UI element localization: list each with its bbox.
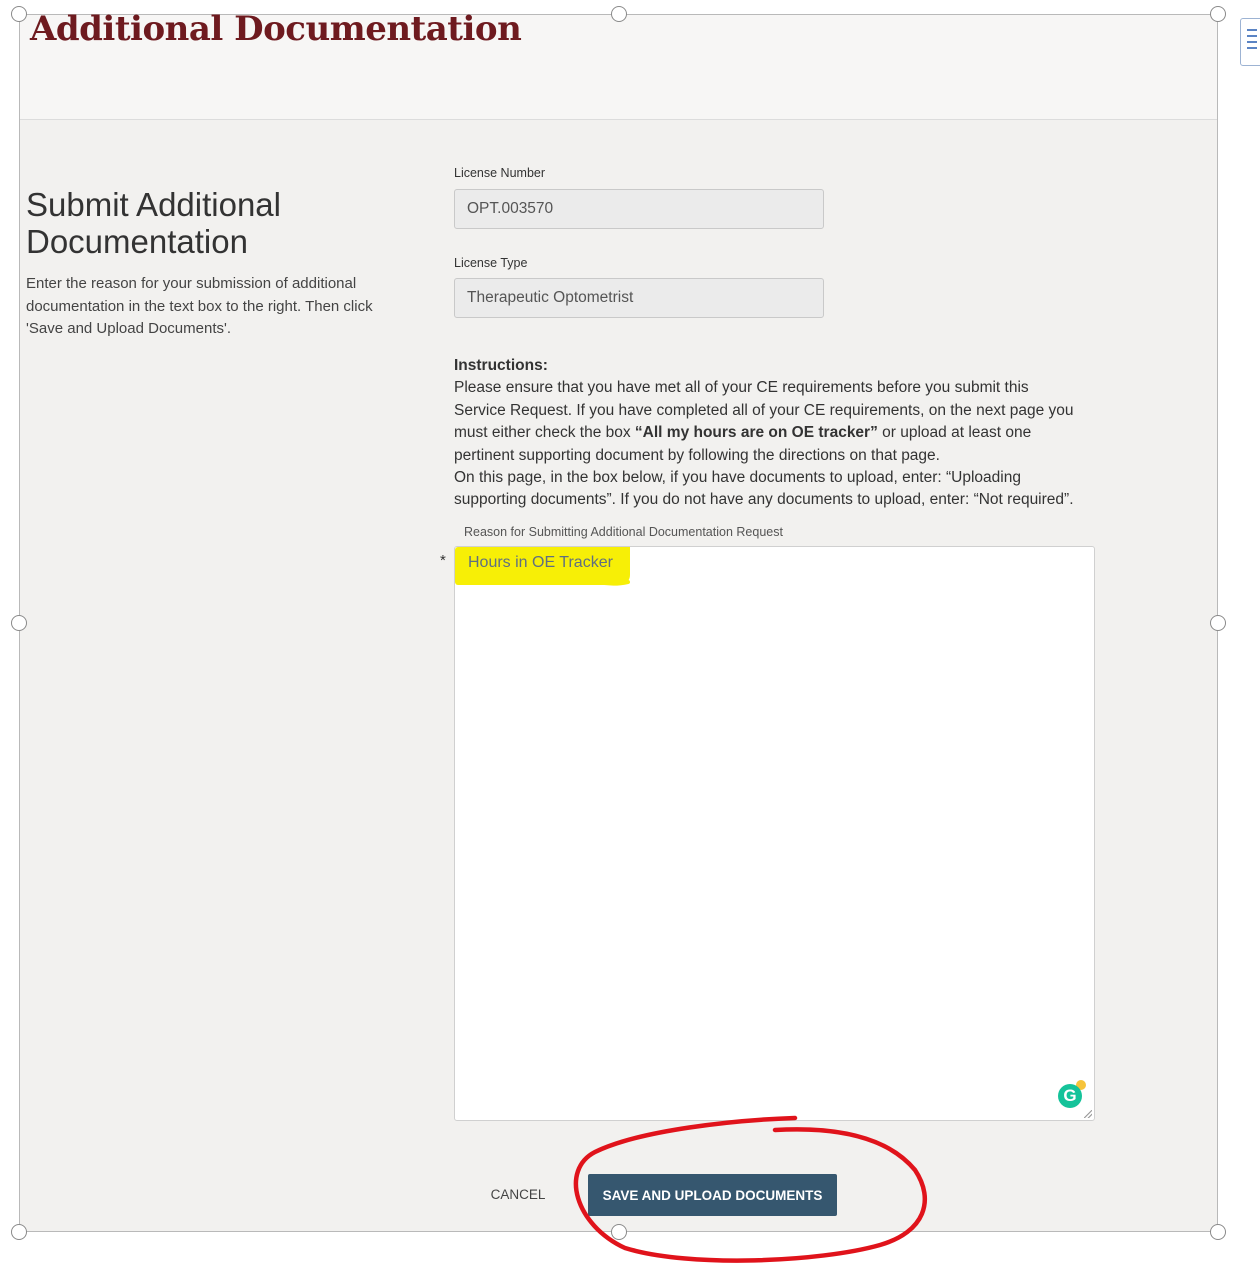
red-circle-annotation (573, 1115, 927, 1263)
annotation-layer (573, 576, 927, 1263)
yellow-underline (580, 576, 630, 586)
